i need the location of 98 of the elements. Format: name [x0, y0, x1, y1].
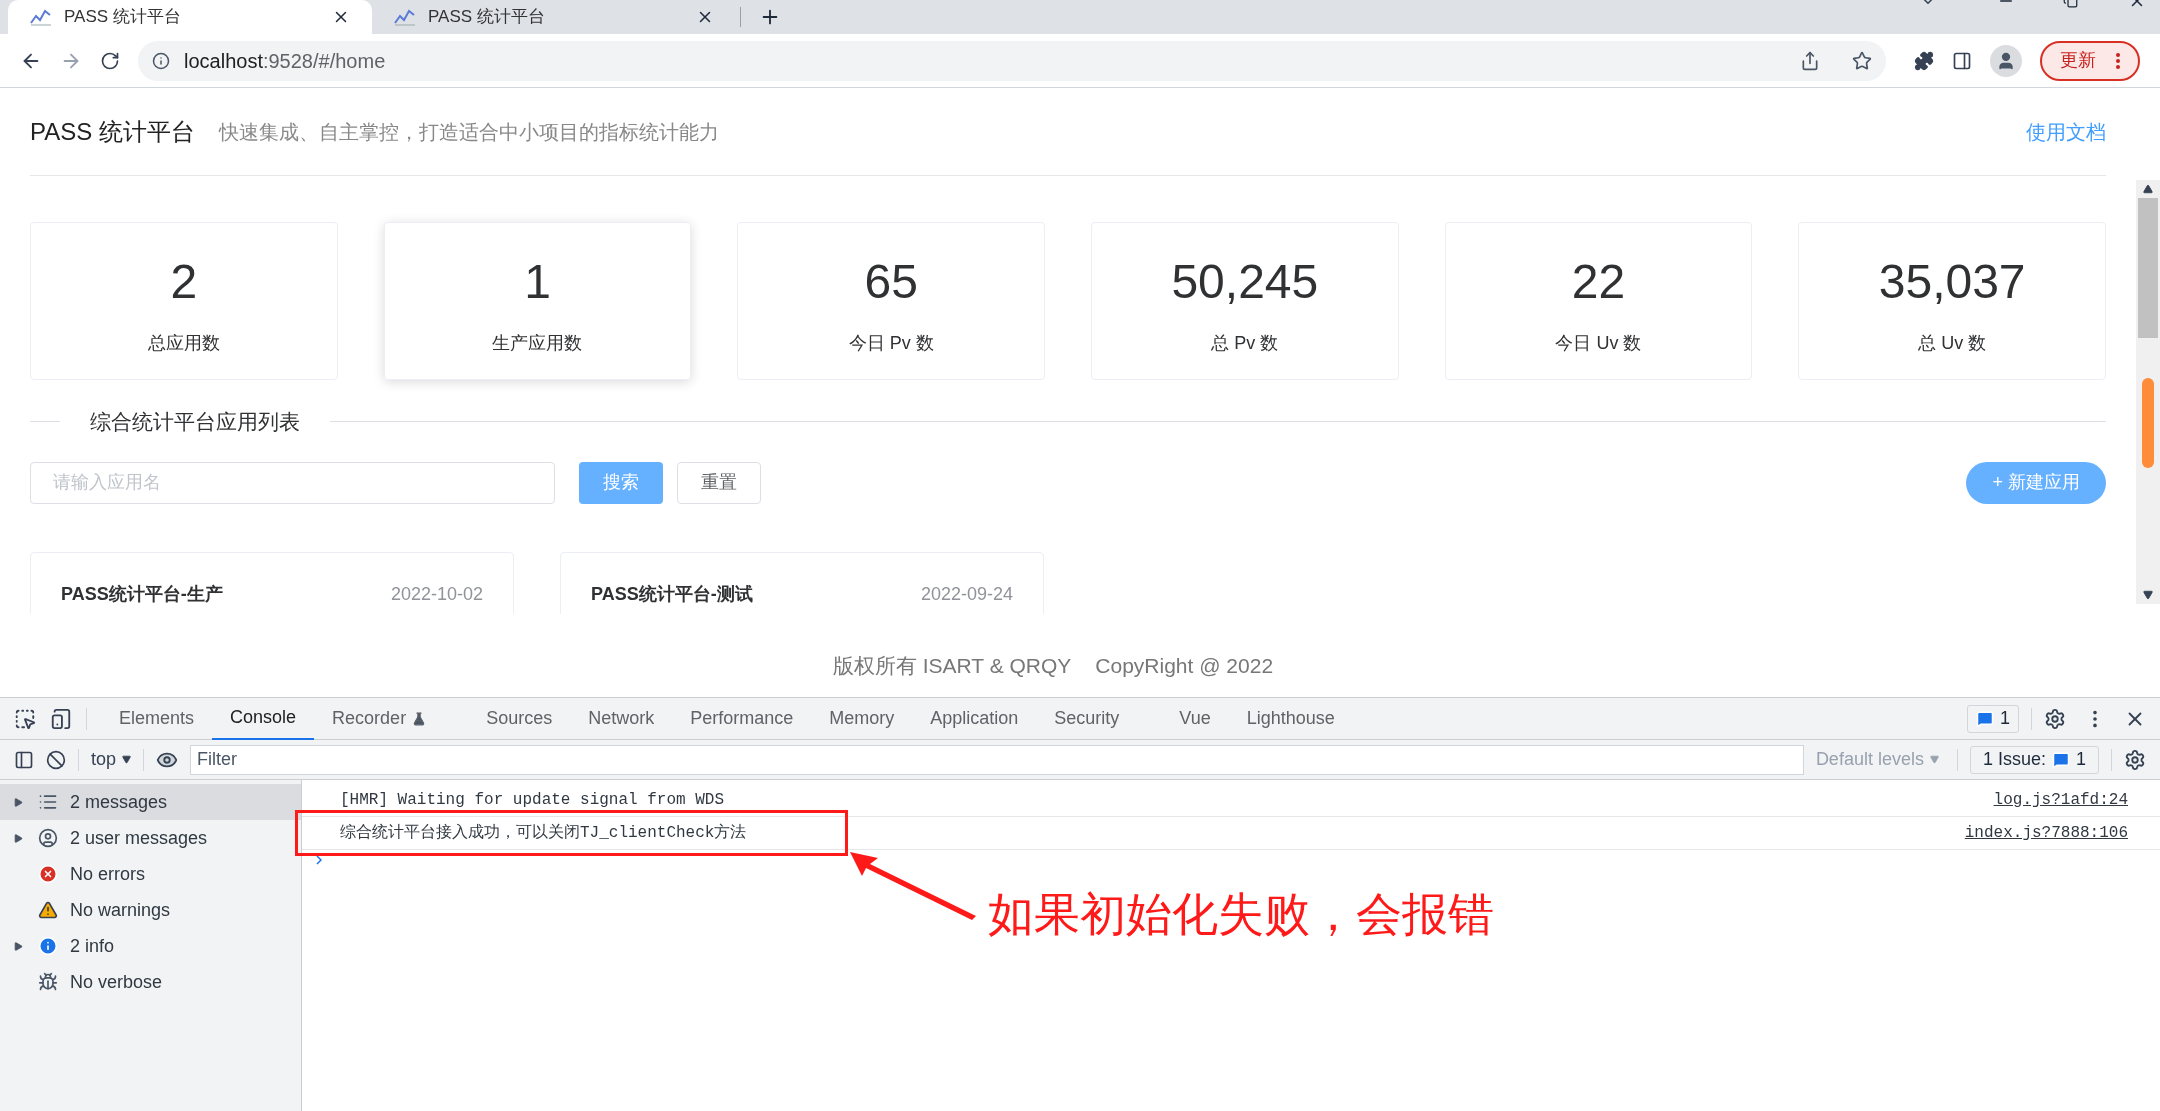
more-icon: [2116, 52, 2120, 69]
annotation-text: 如果初始化失败，会报错: [988, 887, 1494, 942]
scrollbar[interactable]: [2136, 180, 2160, 604]
address-bar[interactable]: localhost:9528/#/home: [138, 40, 1886, 81]
message-icon: [1976, 709, 1994, 728]
app-card[interactable]: PASS统计平台-测试 2022-09-24: [560, 551, 1044, 614]
devtools-tab[interactable]: Security: [1036, 697, 1138, 740]
flask-icon: [412, 711, 427, 726]
scroll-down-icon[interactable]: [2143, 590, 2153, 600]
app-name: PASS统计平台-测试: [591, 582, 753, 606]
chart-icon: [394, 8, 416, 26]
stat-label: 生产应用数: [492, 331, 583, 355]
app-name: PASS统计平台-生产: [61, 582, 223, 606]
copyright-text: 版权所有 ISART & QRQY: [832, 652, 1072, 679]
stat-label: 总应用数: [147, 331, 220, 355]
stat-label: 今日 Uv 数: [1555, 331, 1642, 355]
stat-label: 今日 Pv 数: [848, 331, 934, 355]
info-icon: [152, 51, 170, 70]
stat-value: 2: [170, 253, 198, 310]
app-date: 2022-09-24: [920, 582, 1013, 606]
console-message: 综合统计平台接入成功，可以关闭TJ_clientCheck方法: [340, 822, 747, 844]
stat-value: 1: [524, 253, 551, 310]
settings-icon[interactable]: [2044, 707, 2066, 730]
user-icon: [38, 828, 58, 848]
issues-button[interactable]: 1 Issue: 1: [1969, 745, 2099, 774]
sidebar-label: No errors: [70, 862, 145, 886]
devtools-tab[interactable]: Performance: [672, 697, 812, 740]
chart-icon: [30, 8, 52, 26]
devtools-tab[interactable]: Vue: [1161, 697, 1229, 740]
sidebar-label: 2 messages: [70, 790, 168, 814]
stat-value: 65: [864, 253, 918, 310]
list-icon: [38, 792, 58, 812]
app-tagline: 快速集成、自主掌控，打造适合中小项目的指标统计能力: [218, 119, 720, 145]
devtools-tab[interactable]: Sources: [468, 697, 571, 740]
app-card[interactable]: PASS统计平台-生产 2022-10-02: [30, 551, 514, 614]
sidebar-item[interactable]: No errors: [0, 856, 301, 892]
profile-avatar[interactable]: [1990, 44, 2022, 77]
message-icon: [2052, 750, 2070, 769]
extensions-icon[interactable]: [1914, 50, 1934, 71]
context-selector[interactable]: top: [91, 746, 132, 773]
tab-title: PASS 统计平台: [428, 6, 546, 29]
scroll-up-icon[interactable]: [2143, 184, 2153, 194]
sidebar-item[interactable]: 2 info: [0, 928, 301, 964]
sidebar-label: 2 user messages: [70, 826, 208, 850]
app-title: PASS 统计平台: [30, 116, 195, 147]
info-icon: [38, 936, 58, 956]
side-panel-icon[interactable]: [1952, 50, 1972, 71]
prompt-icon[interactable]: [316, 855, 322, 865]
sidebar-item[interactable]: No verbose: [0, 964, 301, 1000]
reset-button[interactable]: 重置: [677, 461, 761, 504]
sidebar-item[interactable]: 2 user messages: [0, 820, 301, 856]
sidebar-label: No verbose: [70, 970, 163, 994]
sidebar-item[interactable]: No warnings: [0, 892, 301, 928]
stat-value: 50,245: [1171, 253, 1319, 310]
console-settings-icon[interactable]: [2124, 748, 2146, 771]
stat-value: 22: [1571, 253, 1626, 310]
devtools-tab[interactable]: Application: [912, 697, 1037, 740]
sidebar-label: No warnings: [70, 898, 171, 922]
sidebar-item[interactable]: 2 messages: [0, 784, 301, 820]
copyright-text: CopyRight @ 2022: [1095, 652, 1274, 679]
browser-tab[interactable]: PASS 统计平台: [372, 0, 736, 34]
tab-title: PASS 统计平台: [64, 6, 182, 29]
bug-icon: [38, 972, 58, 992]
stat-label: 总 Pv 数: [1211, 331, 1279, 355]
sidebar-label: 2 info: [70, 934, 115, 958]
stat-value: 35,037: [1878, 253, 2026, 310]
devtools-tab[interactable]: Network: [570, 697, 673, 740]
expand-icon[interactable]: [14, 941, 23, 951]
clear-console-icon[interactable]: [46, 749, 66, 770]
inspect-icon[interactable]: [14, 707, 36, 730]
console-message: [HMR] Waiting for update signal from WDS: [340, 790, 725, 811]
browser-tab[interactable]: PASS 统计平台: [8, 0, 372, 34]
update-button[interactable]: 更新: [2040, 40, 2140, 81]
url-text: localhost:9528/#/home: [184, 48, 387, 74]
scroll-thumb[interactable]: [2142, 378, 2154, 468]
messages-badge[interactable]: 1: [1967, 704, 2019, 733]
source-link[interactable]: log.js?1afd:24: [1993, 788, 2128, 812]
filter-field[interactable]: Filter: [190, 744, 1804, 775]
error-icon: [38, 864, 58, 884]
device-icon[interactable]: [50, 707, 72, 730]
caret-icon: [1929, 755, 1939, 764]
search-field[interactable]: 请输入应用名: [30, 461, 555, 504]
share-icon[interactable]: [1800, 50, 1820, 71]
devtools-tab[interactable]: Lighthouse: [1228, 697, 1353, 740]
devtools-tab[interactable]: Elements: [101, 697, 213, 740]
section-title: 综合统计平台应用列表: [89, 409, 301, 435]
app-date: 2022-10-02: [390, 582, 483, 606]
devtools-tab[interactable]: Recorder: [314, 697, 445, 740]
source-link[interactable]: index.js?7888:106: [1964, 821, 2128, 845]
devtools-tab[interactable]: Memory: [811, 697, 913, 740]
bookmark-icon[interactable]: [1852, 50, 1872, 71]
warning-icon: [38, 900, 58, 920]
stat-label: 总 Uv 数: [1918, 331, 1987, 355]
expand-icon[interactable]: [14, 797, 23, 807]
caret-icon: [122, 755, 132, 764]
reload-icon[interactable]: [100, 50, 120, 71]
expand-icon[interactable]: [14, 833, 23, 843]
sidebar-toggle-icon[interactable]: [14, 749, 34, 770]
